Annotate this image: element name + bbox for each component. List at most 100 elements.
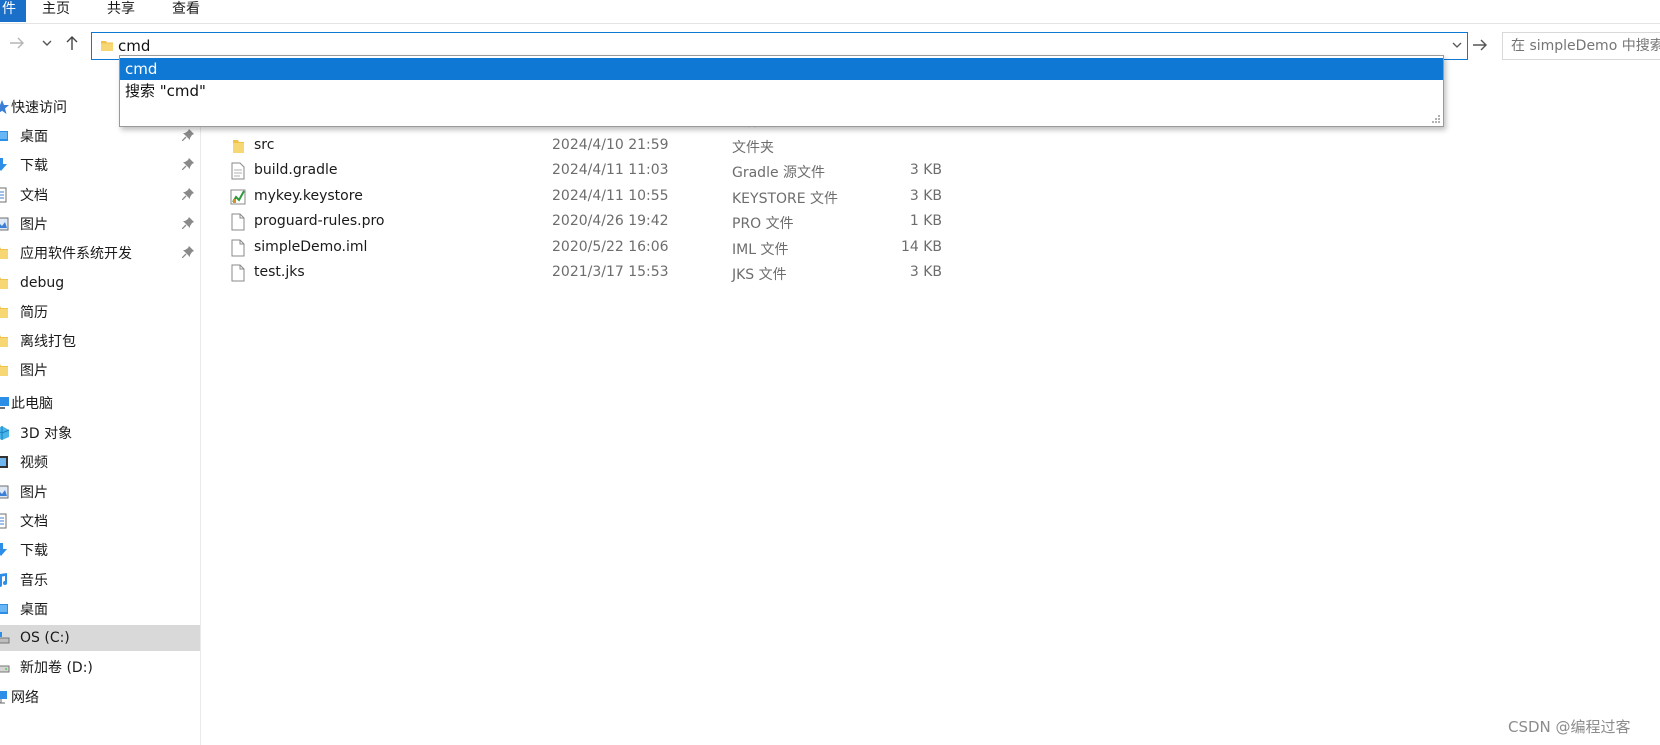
drive-c-icon <box>0 630 10 646</box>
nav-item-pc[interactable]: 新加卷 (D:) <box>0 654 200 680</box>
file-date: 2024/4/11 11:03 <box>552 162 669 178</box>
nav-item-pc[interactable]: 下载 <box>0 537 200 563</box>
download-icon <box>0 542 10 558</box>
nav-item-quick[interactable]: 文档 <box>0 182 200 208</box>
file-name: src <box>254 136 275 153</box>
document-icon <box>0 513 10 529</box>
file-size: 3 KB <box>909 187 942 204</box>
chevron-down-icon <box>42 40 52 46</box>
star-icon <box>0 99 10 115</box>
folder-icon <box>233 139 244 153</box>
nav-item-label: 图片 <box>20 363 48 380</box>
file-type: Gradle 源文件 <box>732 165 826 181</box>
drive-icon <box>0 659 10 675</box>
go-button[interactable] <box>1470 34 1490 56</box>
pin-icon[interactable] <box>182 246 194 259</box>
file-type: 文件夹 <box>732 139 774 156</box>
picture-icon <box>0 216 10 232</box>
file-size: 14 KB <box>900 238 942 255</box>
file-type: PRO 文件 <box>732 216 794 232</box>
nav-item-label: 离线打包 <box>20 334 76 351</box>
search-input[interactable] <box>1511 36 1660 56</box>
file-date: 2024/4/10 21:59 <box>552 136 669 153</box>
ribbon-tab-home[interactable]: 主页 <box>42 0 70 22</box>
file-date: 2021/3/17 15:53 <box>552 264 669 280</box>
picture-icon <box>0 484 10 500</box>
nav-item-quick[interactable]: 简历 <box>0 299 200 325</box>
file-row[interactable]: build.gradle 2024/4/11 11:03 Gradle 源文件 3 K… <box>210 158 990 184</box>
nav-item-pc[interactable]: 桌面 <box>0 596 200 622</box>
file-date: 2024/4/11 10:55 <box>552 187 669 204</box>
nav-item-label: 文档 <box>20 513 48 530</box>
video-icon <box>0 454 10 470</box>
pin-icon[interactable] <box>182 129 194 141</box>
chevron-down-icon[interactable] <box>1451 39 1463 51</box>
document-icon <box>0 187 10 203</box>
ribbon-tab-share[interactable]: 共享 <box>107 0 135 22</box>
nav-item-quick[interactable]: debug <box>0 270 200 296</box>
download-icon <box>0 157 10 173</box>
file-row[interactable]: mykey.keystore 2024/4/11 10:55 KEYSTORE 文件… <box>210 184 990 210</box>
pin-icon[interactable] <box>182 216 194 229</box>
nav-item-pc[interactable]: 视频 <box>0 449 200 475</box>
nav-item-pc[interactable]: 3D 对象 <box>0 420 200 446</box>
autocomplete-search-item[interactable]: 搜索 "cmd" <box>120 80 1443 102</box>
file-date: 2020/4/26 19:42 <box>552 213 669 229</box>
ribbon-tab-view[interactable]: 查看 <box>172 0 200 22</box>
recent-locations-button[interactable] <box>38 34 56 52</box>
nav-item-pc[interactable]: 图片 <box>0 479 200 505</box>
folder-icon <box>0 245 10 261</box>
search-box[interactable] <box>1502 32 1660 60</box>
file-name: proguard-rules.pro <box>254 213 385 229</box>
keystore-file-icon <box>230 189 246 204</box>
nav-item-quick[interactable]: 应用软件系统开发 <box>0 240 200 266</box>
nav-section-network[interactable]: 网络 <box>0 684 200 710</box>
nav-item-label: 新加卷 (D:) <box>20 660 93 677</box>
nav-section-this-pc[interactable]: 此电脑 <box>0 390 200 416</box>
ribbon-tab-file[interactable]: 件 <box>0 0 26 22</box>
nav-item-label: 下载 <box>20 158 48 175</box>
nav-item-quick[interactable]: 图片 <box>0 357 200 383</box>
up-button[interactable] <box>63 34 81 52</box>
pin-icon[interactable] <box>182 187 194 200</box>
nav-item-pc[interactable]: OS (C:) <box>0 625 200 652</box>
autocomplete-item[interactable]: cmd <box>120 58 1443 80</box>
watermark: CSDN @编程过客 <box>1508 718 1631 736</box>
pin-icon[interactable] <box>182 158 194 171</box>
folder-icon <box>0 304 10 320</box>
file-row[interactable]: src 2024/4/10 21:59 文件夹 <box>210 133 990 159</box>
nav-item-label: 图片 <box>20 216 48 233</box>
nav-item-quick[interactable]: 离线打包 <box>0 328 200 354</box>
nav-item-label: 网络 <box>11 690 39 706</box>
nav-item-label: 应用软件系统开发 <box>20 246 132 263</box>
file-name: mykey.keystore <box>254 187 363 204</box>
file-row[interactable]: test.jks 2021/3/17 15:53 JKS 文件 3 KB <box>210 260 990 286</box>
file-size: 1 KB <box>909 213 942 229</box>
file-icon <box>231 239 245 256</box>
forward-button[interactable] <box>8 34 26 52</box>
file-row[interactable]: proguard-rules.pro 2020/4/26 19:42 PRO 文件 1… <box>210 209 990 235</box>
nav-item-quick[interactable]: 图片 <box>0 211 200 237</box>
gradle-file-icon <box>231 162 245 180</box>
file-type: IML 文件 <box>732 241 789 258</box>
file-row[interactable]: simpleDemo.iml 2020/5/22 16:06 IML 文件 14 KB <box>210 235 990 261</box>
arrow-right-icon <box>10 37 24 49</box>
ribbon: 件 主页 共享 查看 <box>0 0 1660 24</box>
nav-item-label: 3D 对象 <box>20 426 73 442</box>
file-type: KEYSTORE 文件 <box>732 190 839 207</box>
nav-item-label: debug <box>20 274 65 291</box>
file-name: build.gradle <box>254 162 338 178</box>
nav-item-label: 桌面 <box>20 601 48 618</box>
folder-icon <box>0 362 10 378</box>
file-icon <box>231 213 245 231</box>
nav-item-pc[interactable]: 音乐 <box>0 567 200 593</box>
desktop-icon <box>0 601 10 617</box>
address-input[interactable] <box>118 35 1418 57</box>
resize-grip-icon[interactable] <box>1431 114 1441 124</box>
nav-item-quick[interactable]: 下载 <box>0 152 200 178</box>
file-icon <box>231 264 245 282</box>
nav-item-pc[interactable]: 文档 <box>0 508 200 534</box>
nav-item-label: 快速访问 <box>11 100 67 116</box>
folder-icon <box>0 275 10 291</box>
nav-item-label: 简历 <box>20 304 48 321</box>
